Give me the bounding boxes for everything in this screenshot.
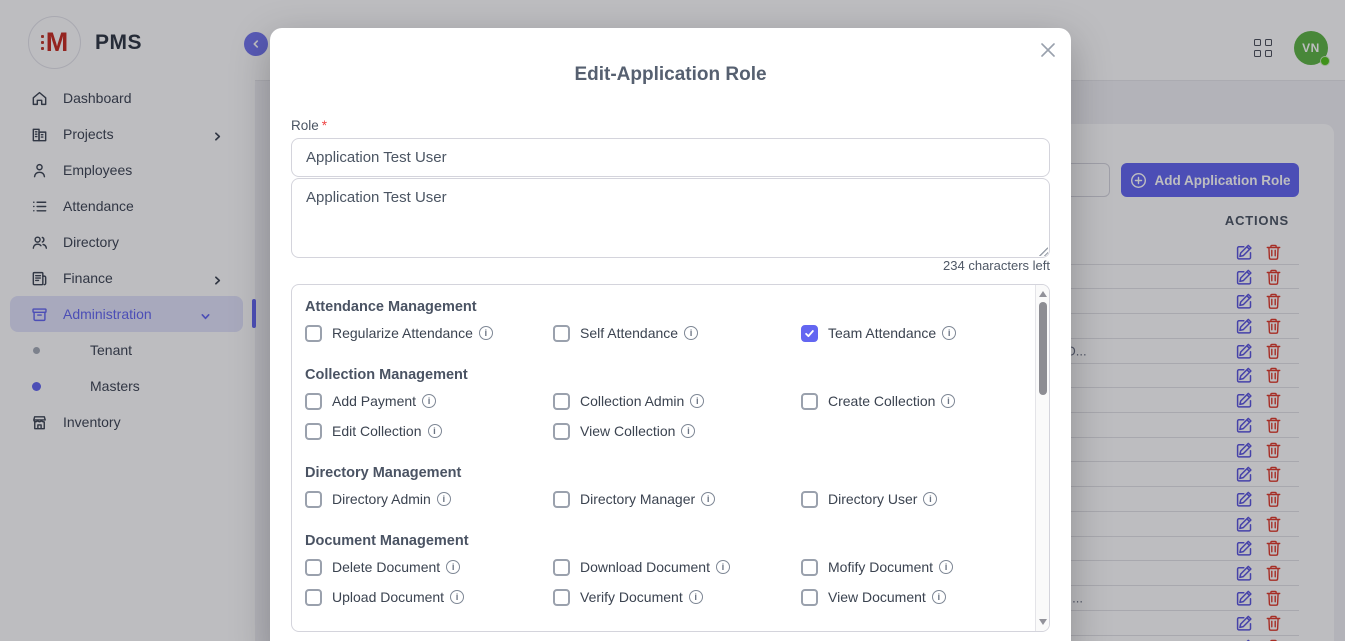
- permission-grid: Regularize AttendanceiSelf AttendanceiTe…: [305, 323, 1023, 343]
- permission-checkbox-item[interactable]: Self Attendance i: [553, 323, 801, 343]
- permission-section-title: Directory Management: [305, 463, 1023, 483]
- checkbox[interactable]: [305, 423, 322, 440]
- info-icon[interactable]: i: [446, 560, 460, 574]
- permission-checkbox-item[interactable]: Directory User i: [801, 489, 1023, 509]
- checkbox[interactable]: [801, 491, 818, 508]
- info-icon[interactable]: i: [437, 492, 451, 506]
- permission-label: Delete Document: [332, 559, 440, 575]
- info-icon[interactable]: i: [942, 326, 956, 340]
- info-icon[interactable]: i: [701, 492, 715, 506]
- permission-label: Verify Document: [580, 589, 683, 605]
- description-textarea[interactable]: Application Test User: [291, 178, 1050, 258]
- close-icon: [1041, 43, 1055, 57]
- permission-label: Self Attendance: [580, 325, 678, 341]
- close-button[interactable]: [1037, 40, 1059, 62]
- checkbox[interactable]: [553, 325, 570, 342]
- permission-section-title: Document Management: [305, 531, 1023, 551]
- info-icon[interactable]: i: [716, 560, 730, 574]
- permission-checkbox-item[interactable]: Directory Manager i: [553, 489, 801, 509]
- checkbox[interactable]: [553, 589, 570, 606]
- permission-label: Create Collection: [828, 393, 935, 409]
- permission-grid: Delete DocumentiDownload DocumentiMofify…: [305, 557, 1023, 607]
- permission-label: View Collection: [580, 423, 675, 439]
- info-icon[interactable]: i: [450, 590, 464, 604]
- checkbox[interactable]: [553, 491, 570, 508]
- permission-label: Download Document: [580, 559, 710, 575]
- checkbox[interactable]: [801, 589, 818, 606]
- info-icon[interactable]: i: [681, 424, 695, 438]
- checkbox[interactable]: [553, 559, 570, 576]
- permission-checkbox-item[interactable]: Verify Document i: [553, 587, 801, 607]
- permission-checkbox-item[interactable]: Upload Document i: [305, 587, 553, 607]
- permission-checkbox-item[interactable]: Team Attendance i: [801, 323, 1023, 343]
- permissions-list: Attendance Management Regularize Attendan…: [292, 285, 1037, 625]
- permission-checkbox-item[interactable]: Edit Collection i: [305, 421, 553, 441]
- permission-checkbox-item[interactable]: Add Payment i: [305, 391, 553, 411]
- permission-label: Regularize Attendance: [332, 325, 473, 341]
- info-icon[interactable]: i: [422, 394, 436, 408]
- permissions-container: Attendance Management Regularize Attendan…: [291, 284, 1050, 632]
- scroll-down-icon[interactable]: [1039, 619, 1047, 625]
- checkbox[interactable]: [801, 393, 818, 410]
- modal-title: Edit-Application Role: [270, 64, 1071, 86]
- info-icon[interactable]: i: [428, 424, 442, 438]
- checkbox[interactable]: [305, 559, 322, 576]
- checkbox[interactable]: [305, 589, 322, 606]
- info-icon[interactable]: i: [941, 394, 955, 408]
- checkbox[interactable]: [305, 491, 322, 508]
- edit-application-role-modal: Edit-Application Role Role* Description*…: [270, 28, 1071, 641]
- permission-checkbox-item[interactable]: Delete Document i: [305, 557, 553, 577]
- permission-label: Edit Collection: [332, 423, 422, 439]
- permission-checkbox-item[interactable]: Collection Admin i: [553, 391, 801, 411]
- permission-checkbox-item[interactable]: View Collection i: [553, 421, 801, 441]
- checkbox[interactable]: [553, 423, 570, 440]
- checkbox[interactable]: [305, 325, 322, 342]
- permission-grid: Directory AdminiDirectory ManageriDirect…: [305, 489, 1023, 509]
- checkbox[interactable]: [801, 559, 818, 576]
- info-icon[interactable]: i: [689, 590, 703, 604]
- permission-label: Mofify Document: [828, 559, 933, 575]
- checkbox-checked[interactable]: [801, 325, 818, 342]
- permission-checkbox-item[interactable]: Regularize Attendance i: [305, 323, 553, 343]
- permission-label: Team Attendance: [828, 325, 936, 341]
- permission-label: Directory Admin: [332, 491, 431, 507]
- permission-label: Upload Document: [332, 589, 444, 605]
- permission-section-title: Collection Management: [305, 365, 1023, 385]
- info-icon[interactable]: i: [923, 492, 937, 506]
- info-icon[interactable]: i: [690, 394, 704, 408]
- characters-left-counter: 234 characters left: [943, 258, 1050, 273]
- info-icon[interactable]: i: [684, 326, 698, 340]
- app-root: M PMS DashboardProjectsEmployeesAttendan…: [0, 0, 1345, 641]
- permission-label: View Document: [828, 589, 926, 605]
- permission-grid: Add PaymentiCollection AdminiCreate Coll…: [305, 391, 1023, 441]
- checkbox[interactable]: [305, 393, 322, 410]
- role-label: Role*: [291, 118, 327, 133]
- permission-checkbox-item[interactable]: Directory Admin i: [305, 489, 553, 509]
- permission-checkbox-item[interactable]: Mofify Document i: [801, 557, 1023, 577]
- info-icon[interactable]: i: [932, 590, 946, 604]
- scrollbar-thumb[interactable]: [1039, 302, 1047, 395]
- info-icon[interactable]: i: [479, 326, 493, 340]
- required-mark: *: [322, 118, 327, 133]
- permission-checkbox-item[interactable]: Download Document i: [553, 557, 801, 577]
- role-input[interactable]: [291, 138, 1050, 177]
- permission-label: Directory Manager: [580, 491, 695, 507]
- permission-checkbox-item[interactable]: View Document i: [801, 587, 1023, 607]
- permissions-scrollbar[interactable]: [1035, 285, 1049, 631]
- info-icon[interactable]: i: [939, 560, 953, 574]
- permission-section-title: Attendance Management: [305, 297, 1023, 317]
- permission-label: Directory User: [828, 491, 917, 507]
- permission-label: Add Payment: [332, 393, 416, 409]
- permission-label: Collection Admin: [580, 393, 684, 409]
- scroll-up-icon[interactable]: [1039, 291, 1047, 297]
- permission-checkbox-item[interactable]: Create Collection i: [801, 391, 1023, 411]
- checkbox[interactable]: [553, 393, 570, 410]
